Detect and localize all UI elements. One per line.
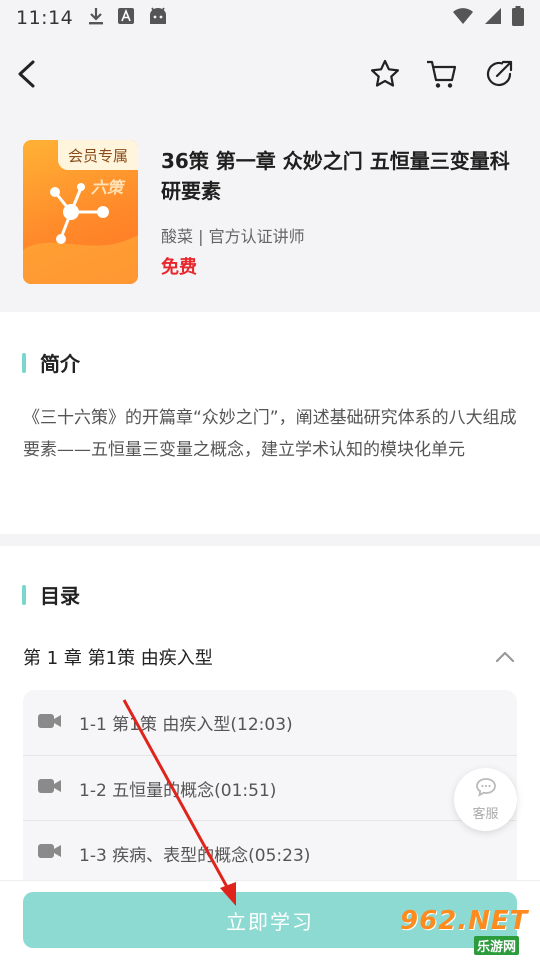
video-icon [37, 712, 63, 734]
back-icon [14, 59, 40, 93]
lesson-title: 1-2 五恒量的概念(01:51) [79, 780, 277, 801]
android-icon [147, 6, 169, 30]
wifi-icon [452, 7, 474, 29]
status-time: 11:14 [16, 7, 74, 29]
course-price: 免费 [161, 257, 197, 278]
intro-title: 简介 [40, 352, 80, 376]
video-icon [37, 777, 63, 799]
intro-section: 简介 《三十六策》的开篇章“众妙之门”，阐述基础研究体系的八大组成要素——五恒量… [0, 312, 540, 534]
course-title: 36策 第一章 众妙之门 五恒量三变量科研要素 [161, 149, 510, 203]
video-icon [37, 842, 63, 864]
course-cover[interactable]: 会员专属 六策 [23, 140, 138, 284]
battery-icon [512, 6, 524, 30]
cart-icon [425, 58, 459, 94]
toc-title: 目录 [40, 584, 80, 608]
member-only-badge: 会员专属 [58, 140, 138, 170]
cart-button[interactable] [420, 54, 464, 98]
download-icon [87, 6, 105, 30]
top-nav-bar [0, 36, 540, 120]
toc-heading: 目录 [22, 580, 80, 609]
back-button[interactable] [5, 54, 49, 98]
service-label: 客服 [472, 807, 499, 822]
status-system-icons [452, 6, 524, 30]
lesson-item[interactable]: 1-3 疾病、表型的概念(05:23) [23, 820, 517, 885]
section-accent-bar [22, 584, 26, 605]
status-bar: 11:14 [0, 0, 540, 36]
customer-service-button[interactable]: 客服 [454, 768, 517, 831]
site-watermark: 962.NET 乐游网 [400, 906, 536, 956]
star-icon [369, 58, 401, 94]
chat-bubble-icon [475, 777, 497, 801]
course-author[interactable]: 酸菜 | 官方认证讲师 [161, 223, 305, 247]
a-box-icon [117, 7, 135, 29]
status-notification-icons [87, 6, 169, 30]
lesson-title: 1-3 疾病、表型的概念(05:23) [79, 845, 311, 866]
share-icon [483, 58, 515, 94]
intro-heading: 简介 [22, 348, 80, 377]
section-accent-bar [22, 352, 26, 373]
signal-icon [484, 7, 502, 29]
share-button[interactable] [477, 54, 521, 98]
favorite-button[interactable] [363, 54, 407, 98]
chapter-row[interactable]: 第 1 章 第1策 由疾入型 [23, 641, 517, 673]
intro-description: 《三十六策》的开篇章“众妙之门”，阐述基础研究体系的八大组成要素——五恒量三变量… [23, 408, 517, 460]
watermark-sub: 乐游网 [474, 936, 520, 955]
lesson-item[interactable]: 1-2 五恒量的概念(01:51) [23, 755, 517, 820]
lesson-title: 1-1 第1策 由疾入型(12:03) [79, 715, 293, 735]
watermark-main: 962.NET [400, 906, 529, 936]
chapter-label: 第 1 章 第1策 由疾入型 [23, 648, 213, 669]
course-header: 会员专属 六策 36策 第一章 众妙之门 五恒量三变量科研要素 酸菜 | 官方认… [0, 120, 540, 312]
chevron-up-icon[interactable] [493, 645, 517, 669]
cover-calligraphy: 六策 [91, 178, 124, 197]
lesson-item[interactable]: 1-1 第1策 由疾入型(12:03) [23, 690, 517, 755]
